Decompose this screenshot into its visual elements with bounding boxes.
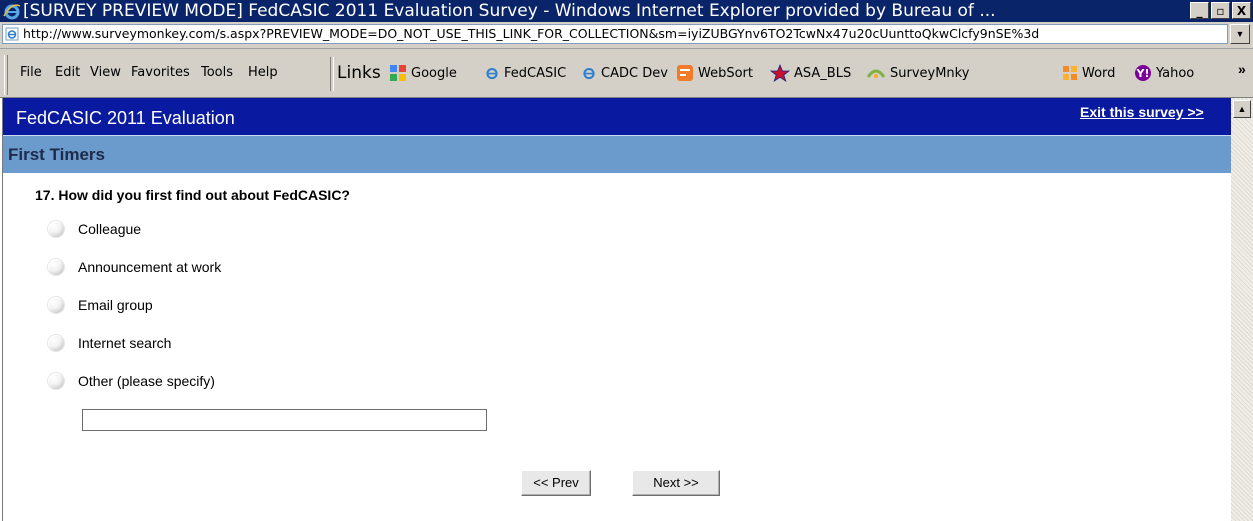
star-icon bbox=[770, 64, 790, 82]
prev-button[interactable]: << Prev bbox=[521, 470, 591, 496]
link-asa-bls-label: ASA_BLS bbox=[794, 65, 852, 81]
radio-button[interactable] bbox=[48, 373, 64, 389]
link-cadc-dev[interactable]: CADC Dev bbox=[581, 49, 668, 97]
link-fedcasic-label: FedCASIC bbox=[504, 65, 567, 81]
menu-tools[interactable]: Tools bbox=[201, 49, 233, 97]
scroll-up-arrow-icon[interactable]: ▲ bbox=[1233, 100, 1251, 118]
page-header: First Timers bbox=[3, 135, 1231, 173]
survey-title: FedCASIC 2011 Evaluation bbox=[16, 108, 235, 128]
option-colleague[interactable]: Colleague bbox=[48, 217, 141, 241]
option-label: Internet search bbox=[78, 335, 172, 351]
radio-button[interactable] bbox=[48, 221, 64, 237]
radio-button[interactable] bbox=[48, 259, 64, 275]
menu-help[interactable]: Help bbox=[248, 49, 278, 97]
exit-survey-link[interactable]: Exit this survey >> bbox=[1080, 104, 1204, 120]
address-url: http://www.surveymonkey.com/s.aspx?PREVI… bbox=[23, 26, 1040, 41]
google-icon bbox=[390, 65, 406, 81]
address-bar: http://www.surveymonkey.com/s.aspx?PREVI… bbox=[0, 22, 1253, 49]
menu-bar: File Edit View Favorites Tools Help Link… bbox=[0, 49, 1253, 98]
link-google[interactable]: Google bbox=[389, 49, 457, 97]
address-input[interactable]: http://www.surveymonkey.com/s.aspx?PREVI… bbox=[2, 24, 1228, 44]
menu-edit[interactable]: Edit bbox=[55, 49, 80, 97]
links-overflow-chevron-icon[interactable]: » bbox=[1238, 49, 1246, 97]
radio-button[interactable] bbox=[48, 297, 64, 313]
close-button[interactable]: X bbox=[1232, 2, 1251, 19]
maximize-button[interactable]: ▫ bbox=[1211, 2, 1230, 19]
link-surveymnky[interactable]: SurveyMnky bbox=[866, 49, 969, 97]
ie-page-icon bbox=[5, 27, 19, 41]
window-titlebar: [SURVEY PREVIEW MODE] FedCASIC 2011 Eval… bbox=[0, 0, 1253, 22]
menu-view[interactable]: View bbox=[90, 49, 121, 97]
svg-text:Y!: Y! bbox=[1136, 67, 1150, 80]
vertical-scrollbar[interactable]: ▲ bbox=[1231, 98, 1253, 521]
link-fedcasic[interactable]: FedCASIC bbox=[484, 49, 566, 97]
link-word[interactable]: Word bbox=[1062, 49, 1115, 97]
window-title: [SURVEY PREVIEW MODE] FedCASIC 2011 Eval… bbox=[23, 1, 996, 21]
ie-logo-icon bbox=[3, 4, 21, 20]
links-label[interactable]: Links bbox=[337, 49, 381, 97]
link-yahoo[interactable]: Y! Yahoo bbox=[1134, 49, 1194, 97]
link-asa-bls[interactable]: ASA_BLS bbox=[770, 49, 851, 97]
word-icon bbox=[1063, 66, 1077, 80]
link-yahoo-label: Yahoo bbox=[1156, 65, 1195, 81]
survey-header: FedCASIC 2011 Evaluation Exit this surve… bbox=[3, 98, 1231, 135]
link-cadc-dev-label: CADC Dev bbox=[601, 65, 668, 81]
minimize-button[interactable]: _ bbox=[1190, 2, 1209, 19]
option-label: Colleague bbox=[78, 221, 142, 237]
radio-button[interactable] bbox=[48, 335, 64, 351]
page-title: First Timers bbox=[8, 145, 106, 164]
ie-page-icon bbox=[486, 67, 498, 80]
link-surveymnky-label: SurveyMnky bbox=[890, 65, 970, 81]
option-label: Other (please specify) bbox=[78, 373, 215, 389]
menu-favorites[interactable]: Favorites bbox=[131, 49, 190, 97]
surveymonkey-icon bbox=[866, 69, 886, 78]
link-google-label: Google bbox=[411, 65, 457, 81]
link-word-label: Word bbox=[1082, 65, 1116, 81]
survey-page: FedCASIC 2011 Evaluation Exit this surve… bbox=[2, 98, 1231, 521]
other-specify-input[interactable] bbox=[82, 409, 487, 431]
toolbar-separator bbox=[330, 57, 334, 91]
link-websort[interactable]: WebSort bbox=[676, 49, 753, 97]
option-announcement-at-work[interactable]: Announcement at work bbox=[48, 255, 221, 279]
option-internet-search[interactable]: Internet search bbox=[48, 331, 171, 355]
option-email-group[interactable]: Email group bbox=[48, 293, 153, 317]
option-label: Announcement at work bbox=[78, 259, 222, 275]
option-other[interactable]: Other (please specify) bbox=[48, 369, 215, 393]
websort-icon bbox=[677, 65, 693, 81]
question-text: 17. How did you first find out about Fed… bbox=[35, 187, 350, 203]
yahoo-icon: Y! bbox=[1135, 65, 1151, 81]
option-label: Email group bbox=[78, 297, 153, 313]
menu-file[interactable]: File bbox=[20, 49, 42, 97]
next-button[interactable]: Next >> bbox=[632, 470, 720, 496]
toolbar-grip[interactable] bbox=[4, 55, 8, 95]
link-websort-label: WebSort bbox=[698, 65, 753, 81]
ie-page-icon bbox=[583, 67, 595, 80]
address-dropdown-button[interactable]: ▼ bbox=[1230, 24, 1250, 44]
